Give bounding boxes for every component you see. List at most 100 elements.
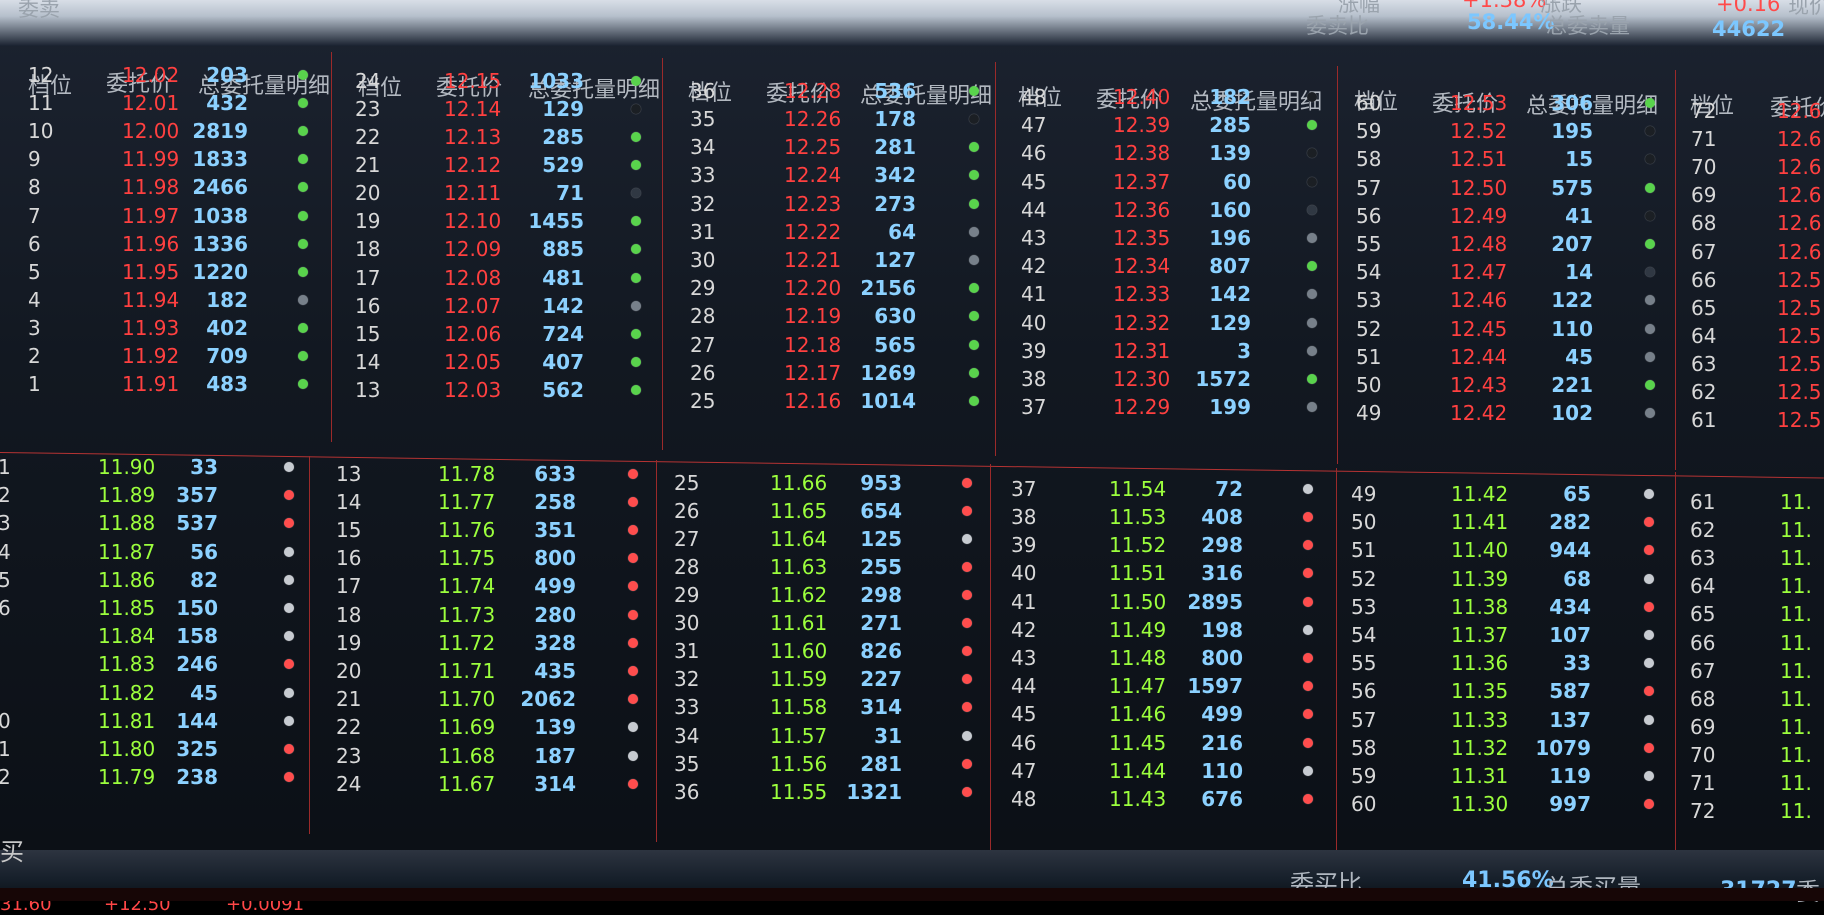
- bids-price-2-5: 11.74: [438, 574, 496, 599]
- ask-separator-1: [331, 52, 332, 442]
- asks-dot-icon-5-1: [1645, 98, 1655, 108]
- bids-price-3-7: 11.60: [770, 639, 828, 664]
- bids-level-2-5: 17: [336, 574, 362, 599]
- asks-volume-2-12: 562: [542, 377, 584, 402]
- asks-dot-icon-1-4: [298, 154, 308, 165]
- bids-volume-1-4: 56: [190, 539, 218, 564]
- asks-level-3-4: 33: [690, 163, 716, 188]
- asks-level-5-3: 58: [1356, 147, 1382, 172]
- bids-price-2-4: 11.75: [438, 546, 496, 571]
- asks-price-3-7: 12.21: [784, 248, 842, 272]
- bids-volume-2-7: 328: [534, 630, 576, 655]
- asks-price-6-6: 12.6: [1777, 239, 1822, 264]
- bid-separator-3: [990, 464, 991, 850]
- bids-level-3-9: 33: [674, 695, 700, 720]
- asks-dot-icon-2-7: [631, 244, 641, 255]
- asks-price-4-12: 12.29: [1113, 395, 1171, 420]
- asks-price-4-2: 12.39: [1113, 113, 1171, 138]
- asks-level-4-5: 44: [1021, 197, 1047, 222]
- asks-level-1-5: 8: [28, 175, 41, 200]
- asks-level-4-8: 41: [1021, 282, 1047, 307]
- asks-volume-3-8: 2156: [860, 276, 916, 301]
- bids-volume-5-1: 65: [1563, 482, 1591, 506]
- asks-volume-3-4: 342: [874, 163, 916, 188]
- asks-dot-icon-2-11: [631, 356, 641, 367]
- bids-price-2-6: 11.73: [438, 602, 496, 627]
- asks-level-4-2: 47: [1021, 113, 1047, 138]
- bids-volume-2-12: 314: [534, 771, 576, 796]
- asks-level-4-4: 45: [1021, 169, 1047, 194]
- bids-price-2-10: 11.69: [438, 715, 496, 740]
- bids-level-6-1: 61: [1690, 490, 1716, 514]
- bids-level-6-11: 71: [1690, 771, 1716, 795]
- asks-level-3-10: 27: [690, 332, 716, 357]
- asks-volume-3-12: 1014: [860, 389, 916, 413]
- asks-level-6-10: 63: [1691, 351, 1717, 376]
- bids-volume-3-10: 31: [874, 723, 902, 748]
- bid-separator-1: [309, 456, 310, 834]
- ask-separator-5: [1675, 70, 1676, 470]
- asks-dot-icon-3-9: [969, 311, 979, 322]
- bids-level-4-9: 45: [1011, 702, 1037, 727]
- bids-price-6-1: 11.: [1780, 490, 1812, 514]
- bids-price-6-2: 11.: [1780, 518, 1812, 543]
- asks-volume-4-5: 160: [1209, 197, 1251, 222]
- asks-level-6-3: 70: [1691, 155, 1717, 180]
- asks-price-3-6: 12.22: [784, 219, 842, 244]
- asks-level-2-4: 21: [355, 153, 381, 178]
- bids-price-3-5: 11.62: [770, 583, 828, 607]
- bids-price-1-12: 11.79: [98, 765, 156, 790]
- asks-volume-5-11: 221: [1551, 373, 1593, 397]
- asks-dot-icon-1-2: [298, 98, 308, 109]
- asks-dot-icon-5-12: [1645, 408, 1655, 419]
- asks-level-3-11: 26: [690, 360, 716, 385]
- bids-dot-icon-5-8: [1644, 686, 1654, 697]
- bids-dot-icon-1-4: [284, 546, 294, 557]
- asks-dot-icon-2-4: [631, 160, 641, 171]
- asks-volume-4-7: 807: [1209, 254, 1251, 279]
- asks-price-5-11: 12.43: [1450, 373, 1508, 397]
- bids-level-1-12: 2: [0, 765, 11, 790]
- bids-price-2-7: 11.72: [438, 630, 496, 655]
- bids-dot-icon-4-8: [1303, 681, 1313, 692]
- asks-level-6-9: 64: [1691, 323, 1717, 348]
- bids-dot-icon-4-5: [1303, 596, 1313, 607]
- asks-dot-icon-2-5: [631, 188, 641, 199]
- asks-price-2-1: 12.15: [444, 68, 502, 93]
- bids-dot-icon-2-9: [628, 694, 638, 705]
- asks-dot-icon-5-4: [1645, 182, 1655, 193]
- bids-price-6-4: 11.: [1780, 574, 1812, 599]
- asks-level-4-12: 37: [1021, 395, 1047, 420]
- middle-separator: [0, 452, 1824, 479]
- bids-level-6-9: 69: [1690, 714, 1716, 739]
- bid-separator-4: [1336, 468, 1337, 860]
- asks-volume-1-4: 1833: [192, 147, 248, 172]
- bids-volume-1-2: 357: [176, 483, 218, 508]
- asks-dot-icon-2-9: [631, 300, 641, 311]
- bids-price-1-3: 11.88: [98, 511, 156, 536]
- bids-volume-1-3: 537: [176, 511, 218, 536]
- asks-level-5-7: 54: [1356, 260, 1382, 285]
- bids-dot-icon-3-1: [962, 477, 972, 488]
- bids-dot-icon-2-12: [628, 778, 638, 789]
- bids-level-4-11: 47: [1011, 758, 1037, 783]
- asks-dot-icon-5-11: [1645, 380, 1655, 390]
- asks-volume-5-10: 45: [1565, 344, 1593, 369]
- bids-level-2-7: 19: [336, 630, 362, 655]
- bids-level-3-8: 32: [674, 667, 700, 692]
- asks-volume-4-2: 285: [1209, 113, 1251, 138]
- bids-price-3-4: 11.63: [770, 554, 828, 579]
- bids-price-3-11: 11.56: [770, 751, 828, 776]
- asks-volume-1-1: 203: [206, 63, 248, 87]
- asks-price-4-7: 12.34: [1113, 254, 1171, 279]
- bids-volume-4-5: 2895: [1187, 589, 1243, 614]
- bids-dot-icon-5-11: [1644, 771, 1654, 781]
- asks-dot-icon-4-3: [1307, 148, 1317, 159]
- bids-dot-icon-3-2: [962, 505, 972, 516]
- bids-volume-1-10: 144: [176, 708, 218, 733]
- asks-dot-icon-1-5: [298, 182, 308, 193]
- bids-level-4-5: 41: [1011, 589, 1037, 614]
- asks-level-5-1: 60: [1356, 91, 1382, 115]
- bid-separator-2: [656, 460, 657, 842]
- bids-level-1-1: 1: [0, 455, 11, 479]
